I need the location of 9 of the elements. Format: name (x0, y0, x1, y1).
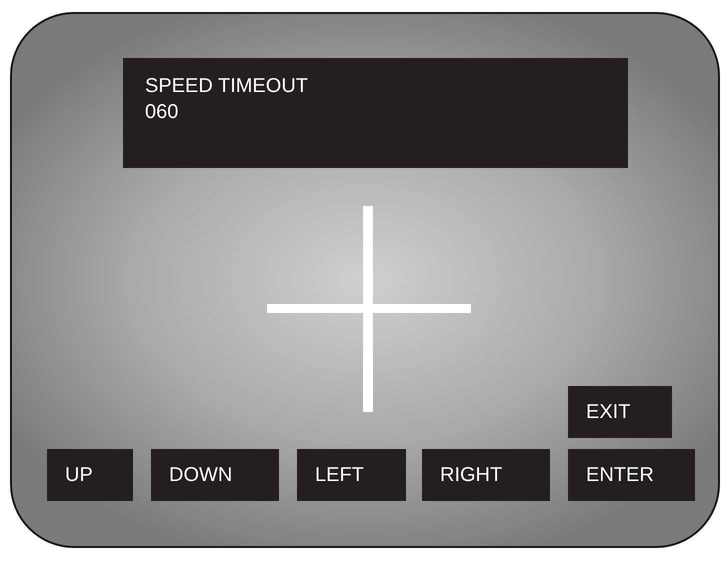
nav-button[interactable]: DOWN (151, 449, 279, 501)
nav-button[interactable]: UP (47, 449, 133, 501)
nav-button[interactable]: RIGHT (422, 449, 550, 501)
nav-button[interactable]: LEFT (297, 449, 406, 501)
display-text: SPEED TIMEOUT (145, 74, 309, 98)
crosshair-icon (267, 206, 471, 412)
exit-button[interactable]: EXIT (568, 386, 672, 438)
nav-button[interactable]: ENTER (568, 449, 695, 501)
display-text: 060 (145, 100, 180, 124)
